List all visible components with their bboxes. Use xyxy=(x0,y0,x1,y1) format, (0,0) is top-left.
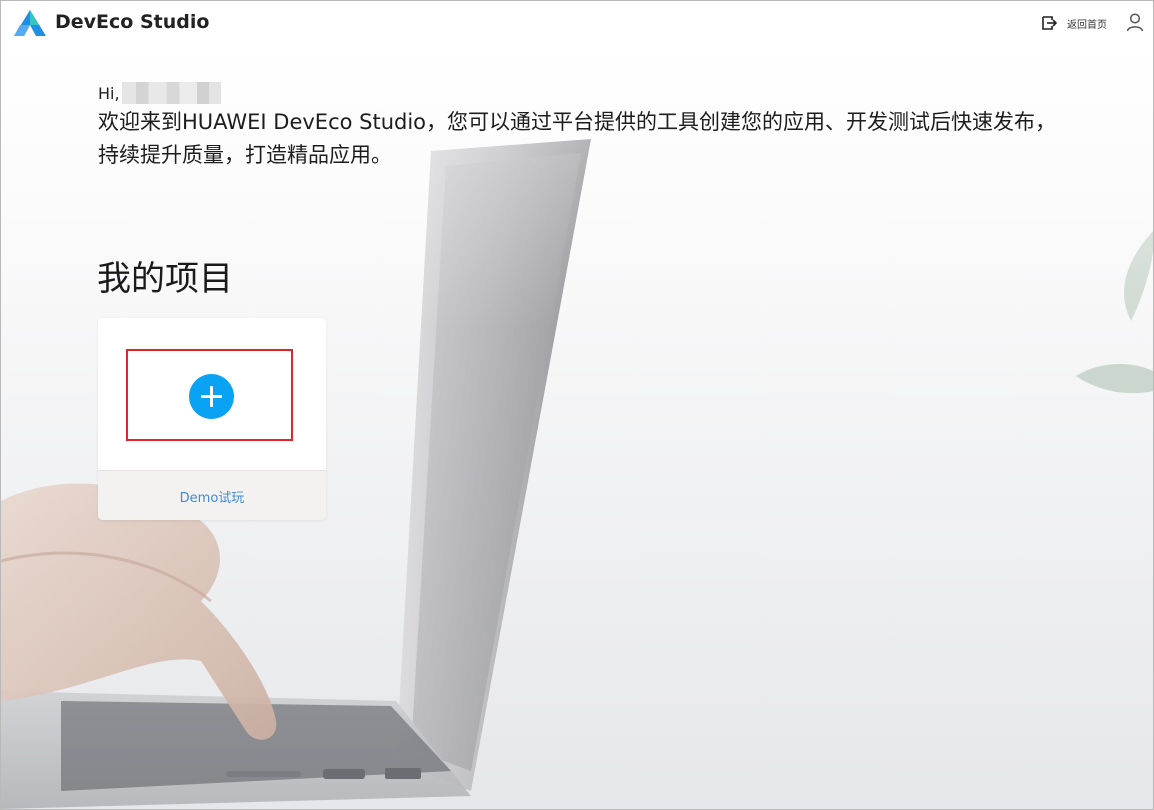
deveco-logo-icon xyxy=(14,10,46,36)
username-blurred xyxy=(121,82,221,104)
deveco-studio-window: DevEco Studio 返回首页 Hi, 欢迎来到HUAWEI DevEco… xyxy=(0,0,1154,810)
greeting-text: Hi, xyxy=(98,83,120,103)
welcome-message: 欢迎来到HUAWEI DevEco Studio，您可以通过平台提供的工具创建您… xyxy=(98,106,1063,172)
create-project-card: Demo试玩 xyxy=(98,318,326,520)
card-footer: Demo试玩 xyxy=(98,470,326,520)
add-project-button[interactable] xyxy=(189,374,234,419)
my-projects-title: 我的项目 xyxy=(97,259,233,299)
app-title: DevEco Studio xyxy=(55,11,210,33)
create-project-area[interactable] xyxy=(98,318,326,470)
return-home-button[interactable]: 返回首页 xyxy=(1041,13,1107,33)
exit-to-home-icon xyxy=(1042,16,1057,30)
greeting: Hi, xyxy=(98,82,221,104)
welcome-line-2: 持续提升质量，打造精品应用。 xyxy=(98,143,392,167)
return-home-label: 返回首页 xyxy=(1067,19,1107,31)
top-bar: DevEco Studio 返回首页 xyxy=(1,1,1153,45)
welcome-line-1: 欢迎来到HUAWEI DevEco Studio，您可以通过平台提供的工具创建您… xyxy=(98,110,1057,134)
user-icon[interactable] xyxy=(1125,12,1145,32)
demo-trial-link[interactable]: Demo试玩 xyxy=(180,487,245,506)
